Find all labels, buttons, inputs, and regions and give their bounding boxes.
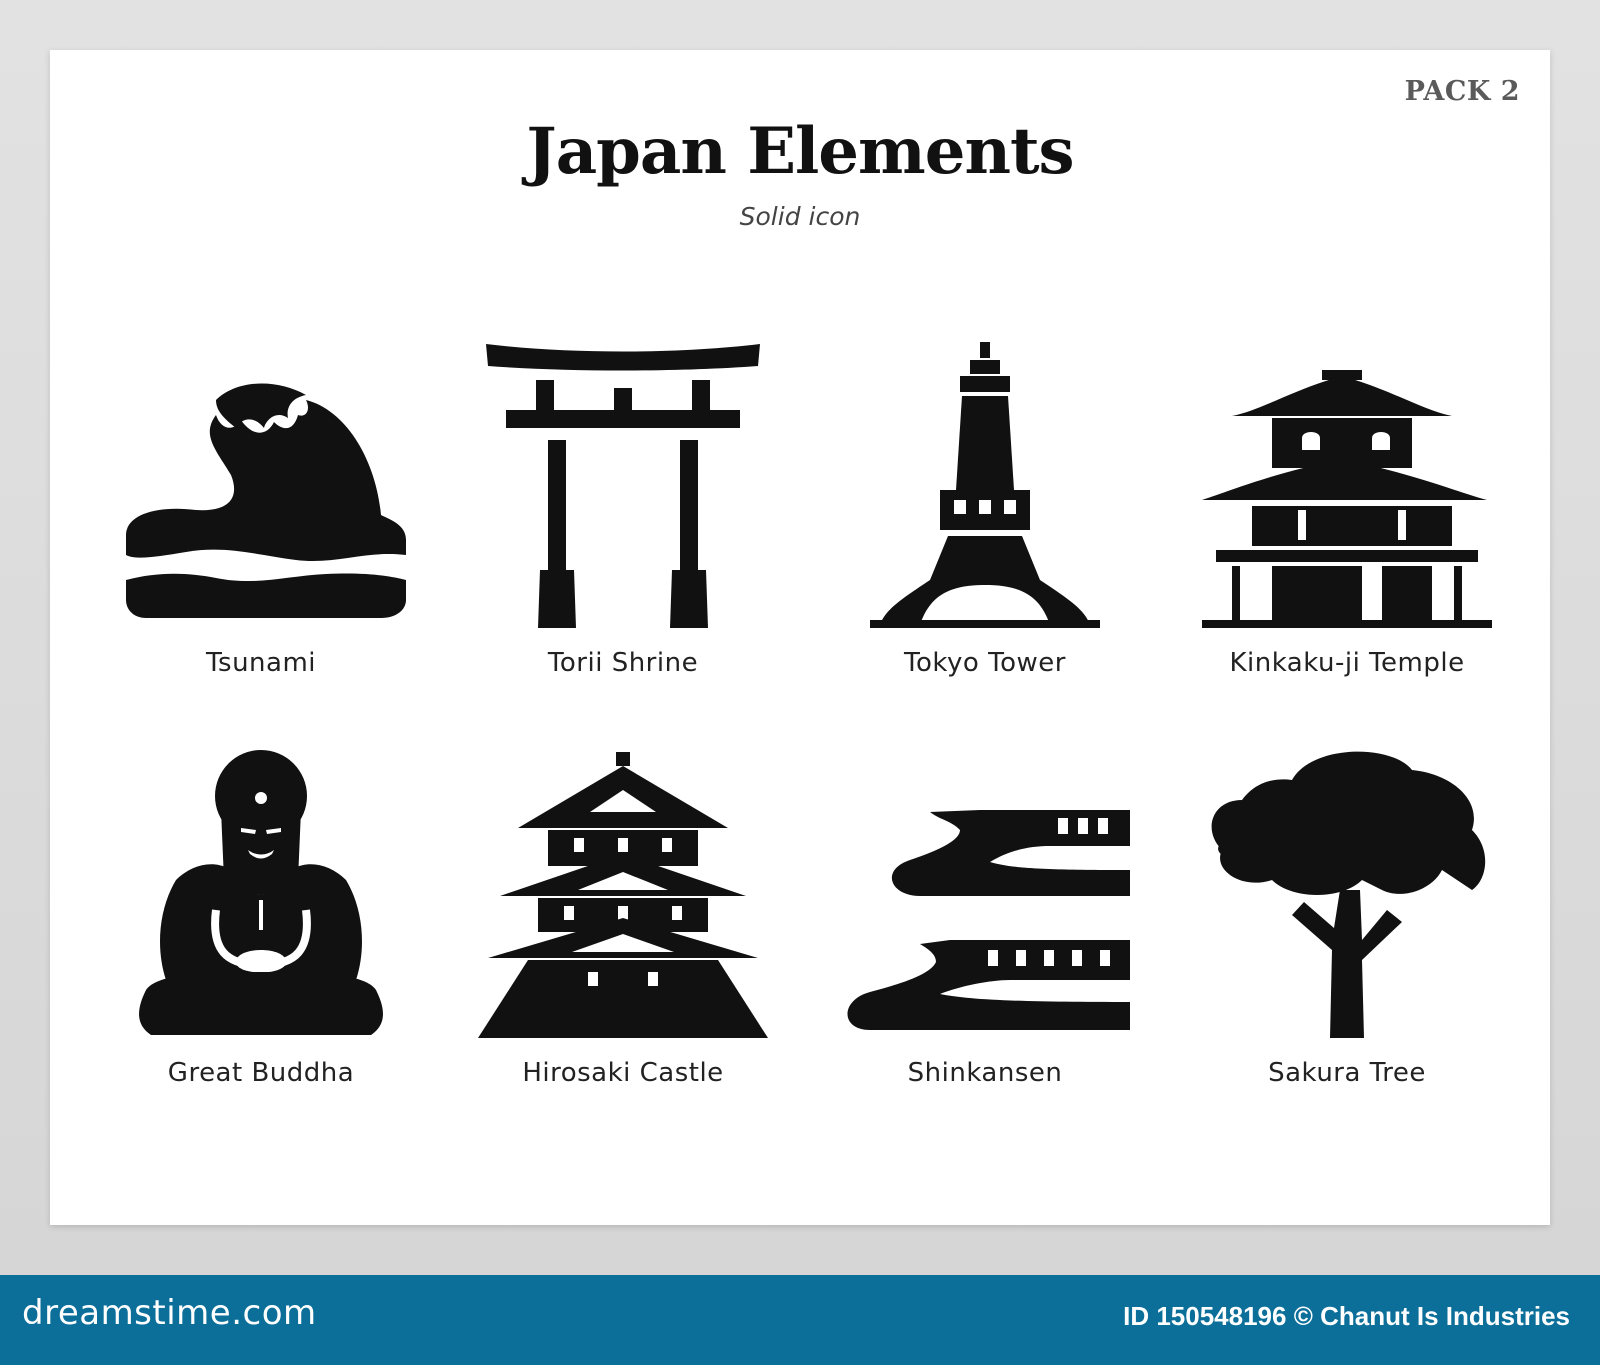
torii-gate-icon bbox=[486, 344, 760, 628]
icon-grid: Tsunami Torii Shrine Tokyo Tower Kinkaku… bbox=[50, 50, 1550, 1225]
icon-label: Tsunami bbox=[205, 648, 317, 678]
icon-cell-buddha: Great Buddha bbox=[80, 750, 442, 1150]
icon-cell-torii: Torii Shrine bbox=[442, 340, 804, 740]
castle-icon bbox=[478, 752, 768, 1038]
icon-cell-shinkansen: Shinkansen bbox=[804, 750, 1166, 1150]
footer-credit: ID 150548196 © Chanut Is Industries bbox=[1123, 1301, 1570, 1331]
wave-icon bbox=[126, 383, 406, 618]
tree-icon bbox=[1211, 751, 1486, 1038]
icon-label: Sakura Tree bbox=[1268, 1058, 1426, 1088]
icon-cell-hirosaki-castle: Hirosaki Castle bbox=[442, 750, 804, 1150]
icon-cell-sakura-tree: Sakura Tree bbox=[1166, 750, 1528, 1150]
train-icon bbox=[847, 810, 1130, 1030]
tower-icon bbox=[870, 342, 1100, 628]
icon-label: Kinkaku-ji Temple bbox=[1229, 648, 1465, 678]
icon-cell-tsunami: Tsunami bbox=[80, 340, 442, 740]
temple-icon bbox=[1202, 370, 1492, 628]
icon-cell-kinkakuji: Kinkaku-ji Temple bbox=[1166, 340, 1528, 740]
buddha-icon bbox=[139, 750, 383, 1035]
icon-label: Tokyo Tower bbox=[904, 648, 1066, 678]
icon-sheet: PACK 2 Japan Elements Solid icon Tsunami bbox=[50, 50, 1550, 1225]
icon-label: Great Buddha bbox=[167, 1058, 355, 1088]
icon-label: Hirosaki Castle bbox=[522, 1058, 724, 1088]
footer-bar: dreamstime.com ID 150548196 © Chanut Is … bbox=[0, 1275, 1600, 1365]
icon-label: Shinkansen bbox=[907, 1058, 1063, 1088]
icon-cell-tokyo-tower: Tokyo Tower bbox=[804, 340, 1166, 740]
footer-logo: dreamstime.com bbox=[22, 1293, 317, 1333]
icon-label: Torii Shrine bbox=[547, 648, 699, 678]
